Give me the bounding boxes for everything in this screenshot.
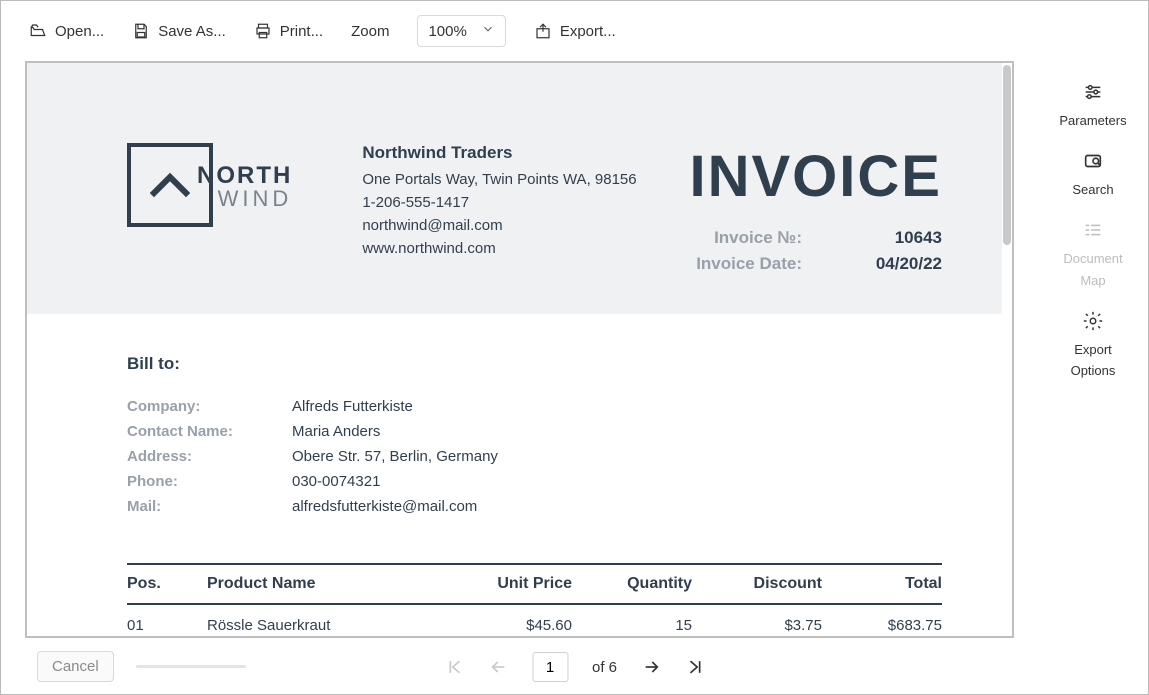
- invoice-title: INVOICE: [690, 143, 943, 210]
- prev-page-button[interactable]: [488, 657, 508, 677]
- gear-icon: [1082, 310, 1104, 336]
- table-row: 01 Rössle Sauerkraut $45.60 15 $3.75 $68…: [127, 604, 942, 638]
- company-logo: NORTH WIND: [127, 143, 322, 227]
- save-icon: [132, 22, 150, 40]
- export-button[interactable]: Export...: [534, 22, 616, 40]
- billto-address-label: Address:: [127, 448, 292, 465]
- print-button[interactable]: Print...: [254, 22, 323, 40]
- cell-discount: $3.75: [692, 604, 822, 638]
- invoice-no-label: Invoice №:: [696, 228, 802, 248]
- company-mail: northwind@mail.com: [362, 217, 636, 234]
- print-icon: [254, 22, 272, 40]
- toolbar: Open... Save As... Print... Zoom 100% Ex: [1, 1, 1148, 61]
- parameters-icon: [1082, 81, 1104, 107]
- invoice-no-value: 10643: [852, 228, 942, 248]
- billto-contact-value: Maria Anders: [292, 423, 380, 440]
- zoom-label: Zoom: [351, 23, 389, 40]
- logo-text-wind: WIND: [197, 188, 292, 210]
- search-label: Search: [1072, 182, 1113, 198]
- billto-contact-label: Contact Name:: [127, 423, 292, 440]
- billto-mail-label: Mail:: [127, 498, 292, 515]
- document-viewer[interactable]: NORTH WIND Northwind Traders One Portals…: [25, 61, 1014, 638]
- export-icon: [534, 22, 552, 40]
- side-panel: Parameters Search Document Map Export: [1038, 61, 1148, 638]
- billto-company-label: Company:: [127, 398, 292, 415]
- col-discount: Discount: [692, 564, 822, 604]
- scrollbar[interactable]: [1002, 63, 1012, 636]
- zoom-value: 100%: [428, 23, 466, 40]
- cancel-button[interactable]: Cancel: [37, 651, 114, 682]
- cell-product: Rössle Sauerkraut: [207, 604, 442, 638]
- billto-heading: Bill to:: [127, 354, 942, 374]
- col-product: Product Name: [207, 564, 442, 604]
- document-map-button: Document Map: [1063, 219, 1122, 288]
- open-label: Open...: [55, 23, 104, 40]
- col-pos: Pos.: [127, 564, 207, 604]
- scrollbar-thumb[interactable]: [1003, 65, 1011, 245]
- chevron-down-icon: [481, 22, 495, 40]
- logo-text-north: NORTH: [197, 164, 292, 188]
- company-address: One Portals Way, Twin Points WA, 98156: [362, 171, 636, 188]
- document-page: NORTH WIND Northwind Traders One Portals…: [27, 63, 1002, 638]
- open-button[interactable]: Open...: [29, 22, 104, 40]
- export-options-label-1: Export: [1074, 342, 1112, 358]
- col-total: Total: [822, 564, 942, 604]
- company-web: www.northwind.com: [362, 240, 636, 257]
- col-qty: Quantity: [572, 564, 692, 604]
- items-table: Pos. Product Name Unit Price Quantity Di…: [127, 563, 942, 638]
- company-phone: 1-206-555-1417: [362, 194, 636, 211]
- print-label: Print...: [280, 23, 323, 40]
- page-input[interactable]: [532, 652, 568, 682]
- parameters-label: Parameters: [1059, 113, 1126, 129]
- cell-pos: 01: [127, 604, 207, 638]
- footer: Cancel of 6: [1, 638, 1148, 694]
- open-icon: [29, 22, 47, 40]
- next-page-button[interactable]: [641, 657, 661, 677]
- company-name: Northwind Traders: [362, 143, 636, 163]
- export-options-button[interactable]: Export Options: [1071, 310, 1116, 379]
- export-label: Export...: [560, 23, 616, 40]
- save-as-button[interactable]: Save As...: [132, 22, 226, 40]
- export-options-label-2: Options: [1071, 363, 1116, 379]
- parameters-button[interactable]: Parameters: [1059, 81, 1126, 128]
- document-map-label-1: Document: [1063, 251, 1122, 267]
- document-map-label-2: Map: [1080, 273, 1105, 289]
- billto-address-value: Obere Str. 57, Berlin, Germany: [292, 448, 498, 465]
- progress-bar: [136, 665, 246, 668]
- zoom-select[interactable]: 100%: [417, 15, 505, 47]
- billto-phone-value: 030-0074321: [292, 473, 380, 490]
- save-as-label: Save As...: [158, 23, 226, 40]
- col-unit-price: Unit Price: [442, 564, 572, 604]
- search-button[interactable]: Search: [1072, 150, 1113, 197]
- billto-phone-label: Phone:: [127, 473, 292, 490]
- cell-total: $683.75: [822, 604, 942, 638]
- billto-mail-value: alfredsfutterkiste@mail.com: [292, 498, 477, 515]
- invoice-date-label: Invoice Date:: [696, 254, 802, 274]
- last-page-button[interactable]: [685, 657, 705, 677]
- document-map-icon: [1082, 219, 1104, 245]
- cell-unit-price: $45.60: [442, 604, 572, 638]
- page-of-label: of 6: [592, 659, 617, 676]
- invoice-date-value: 04/20/22: [852, 254, 942, 274]
- pager: of 6: [444, 652, 705, 682]
- search-icon: [1082, 150, 1104, 176]
- cell-qty: 15: [572, 604, 692, 638]
- first-page-button[interactable]: [444, 657, 464, 677]
- billto-company-value: Alfreds Futterkiste: [292, 398, 413, 415]
